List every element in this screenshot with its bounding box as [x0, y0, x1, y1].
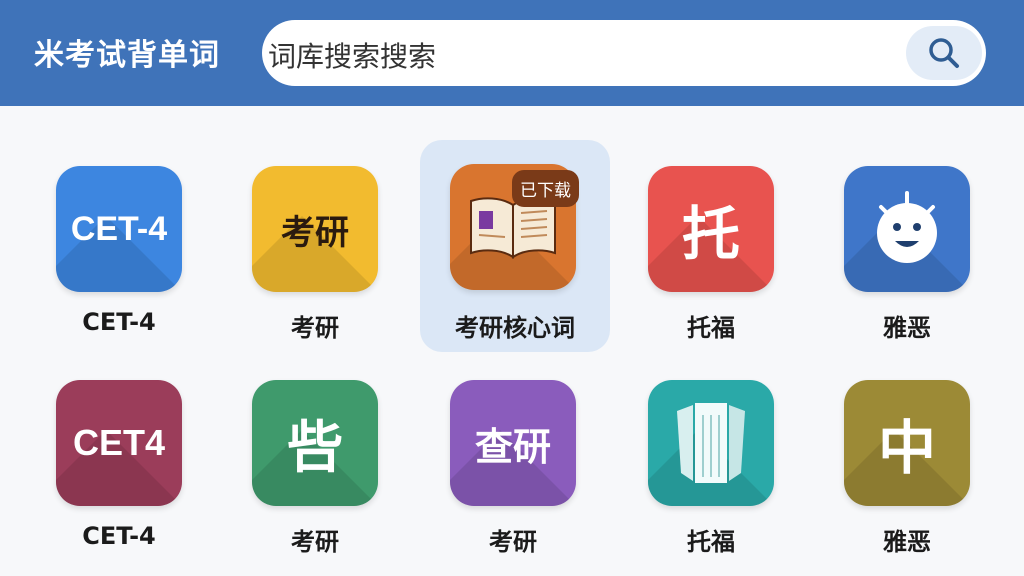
tile-kaoyan[interactable]: 查研 考研	[418, 358, 608, 570]
smiley-face-icon[interactable]	[844, 166, 970, 292]
building-icon[interactable]	[648, 380, 774, 506]
tile-ielts[interactable]: 雅恶	[812, 144, 1002, 356]
app-title: 米考试背单词	[34, 38, 220, 73]
kaoyan-icon[interactable]: 考研	[252, 166, 378, 292]
tile-cet4[interactable]: CET4 CET-4	[24, 358, 214, 570]
tile-label: 雅恶	[883, 314, 931, 342]
search-icon[interactable]	[926, 35, 962, 71]
tile-label: 考研	[489, 528, 537, 556]
tile-toefl[interactable]: 托 托福	[616, 144, 806, 356]
tile-label: 考研	[291, 314, 339, 342]
header-bar: 米考试背单词 词库搜索搜索	[0, 0, 1024, 106]
kaoyan-icon[interactable]: 呰	[252, 380, 378, 506]
search-button[interactable]	[906, 26, 982, 80]
search-input[interactable]: 词库搜索搜索	[268, 35, 436, 75]
tile-kaoyan-core[interactable]: 已下载 考研核心词	[420, 140, 610, 352]
cet4-icon[interactable]: CET4	[56, 380, 182, 506]
ielts-icon[interactable]: 中	[844, 380, 970, 506]
toefl-icon[interactable]: 托	[648, 166, 774, 292]
tile-label: 雅恶	[883, 528, 931, 556]
kaoyan-icon[interactable]: 查研	[450, 380, 576, 506]
tile-ielts[interactable]: 中 雅恶	[812, 358, 1002, 570]
tile-label: 托福	[687, 528, 735, 556]
face-icon	[877, 191, 937, 263]
tile-label: 托福	[687, 314, 735, 342]
search-bar[interactable]: 词库搜索搜索	[262, 20, 986, 86]
tile-label: 考研核心词	[455, 314, 575, 342]
tile-label: CET-4	[82, 522, 156, 550]
downloaded-badge: 已下载	[512, 170, 579, 207]
tile-cet4[interactable]: CET-4 CET-4	[24, 144, 214, 356]
tile-label: 考研	[291, 528, 339, 556]
cet4-icon[interactable]: CET-4	[56, 166, 182, 292]
tower-icon	[677, 403, 745, 483]
tile-kaoyan[interactable]: 考研 考研	[220, 144, 410, 356]
tile-toefl[interactable]: 托福	[616, 358, 806, 570]
tile-kaoyan[interactable]: 呰 考研	[220, 358, 410, 570]
tile-label: CET-4	[82, 308, 156, 336]
